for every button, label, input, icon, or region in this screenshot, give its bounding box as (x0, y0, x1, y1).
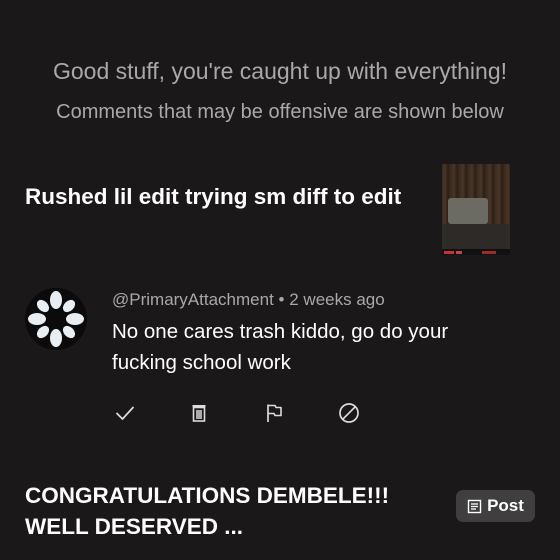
block-icon (339, 403, 359, 423)
post-button-label: Post (487, 496, 524, 515)
thumbnail-couch (448, 198, 488, 224)
check-icon (116, 406, 134, 420)
post-icon (467, 499, 482, 513)
caught-up-message: Good stuff, you're caught up with everyt… (52, 58, 507, 84)
avatar-image (25, 288, 87, 350)
avatar[interactable] (25, 288, 87, 350)
trash-icon (192, 405, 206, 422)
video-thumbnail[interactable] (442, 164, 510, 255)
flag-icon (267, 404, 282, 422)
hide-user-button[interactable] (336, 400, 362, 426)
comment-text: No one cares trash kiddo, go do your fuc… (112, 320, 449, 374)
post-button[interactable]: Post (456, 490, 535, 522)
next-item-title[interactable]: CONGRATULATIONS DEMBELE!!! WELL DESERVED… (25, 480, 445, 542)
video-title[interactable]: Rushed lil edit trying sm diff to edit (25, 181, 405, 213)
meta-separator: • (278, 290, 285, 309)
approve-button[interactable] (112, 400, 138, 426)
thumbnail-hud (442, 249, 510, 255)
comment-author[interactable]: @PrimaryAttachment (112, 290, 274, 309)
remove-button[interactable] (186, 400, 212, 426)
comment-meta: @PrimaryAttachment • 2 weeks ago (112, 290, 385, 310)
offensive-comments-note: Comments that may be offensive are shown… (56, 101, 504, 123)
report-button[interactable] (261, 400, 287, 426)
comment-time: 2 weeks ago (289, 290, 385, 309)
